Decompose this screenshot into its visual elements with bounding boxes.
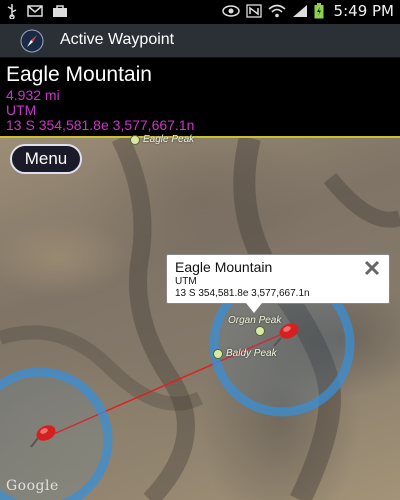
- compass-icon[interactable]: [20, 29, 44, 53]
- status-time: 5:49 PM: [333, 2, 394, 20]
- google-attribution: Google: [6, 478, 59, 494]
- waypoint-coord-system: UTM: [6, 102, 37, 118]
- wifi-icon: [268, 4, 286, 18]
- battery-icon: [314, 3, 324, 19]
- close-icon[interactable]: [363, 259, 381, 277]
- nfc-icon: [245, 4, 262, 18]
- app-title: Active Waypoint: [60, 31, 175, 48]
- action-bar: Active Waypoint: [0, 24, 400, 58]
- menu-button[interactable]: Menu: [10, 144, 82, 174]
- info-window-coordinates: 13 S 354,581.8e 3,577,667.1n: [175, 288, 310, 299]
- map-label-top-peak: Eagle Peak: [130, 134, 194, 145]
- info-window-title: Eagle Mountain: [175, 259, 273, 275]
- email-icon: [27, 5, 43, 17]
- map-label-organ-peak: Organ Peak: [228, 315, 282, 326]
- waypoint-info-window[interactable]: Eagle Mountain UTM 13 S 354,581.8e 3,577…: [166, 254, 390, 304]
- organ-peak-icon: [255, 326, 265, 336]
- waypoint-coordinates: 13 S 354,581.8e 3,577,667.1n: [6, 117, 195, 133]
- waypoint-info-panel: Eagle Mountain 4.932 mi UTM 13 S 354,581…: [0, 58, 400, 136]
- peak-icon: [213, 348, 223, 359]
- map-overlay: [0, 138, 400, 500]
- waypoint-distance: 4.932 mi: [6, 87, 60, 103]
- info-window-coord-system: UTM: [175, 276, 197, 287]
- map-view[interactable]: [0, 138, 400, 500]
- waypoint-name: Eagle Mountain: [6, 63, 152, 86]
- status-right-icons: 5:49 PM: [221, 2, 394, 20]
- usb-icon: [7, 4, 17, 19]
- eye-icon: [221, 5, 240, 17]
- bag-icon: [53, 5, 67, 17]
- status-left-icons: [6, 3, 68, 19]
- map-label-baldy-peak: Baldy Peak: [213, 348, 277, 359]
- signal-icon: [292, 5, 307, 17]
- status-bar: 5:49 PM: [0, 0, 400, 24]
- peak-icon: [130, 134, 140, 145]
- info-window-tail: [246, 303, 262, 313]
